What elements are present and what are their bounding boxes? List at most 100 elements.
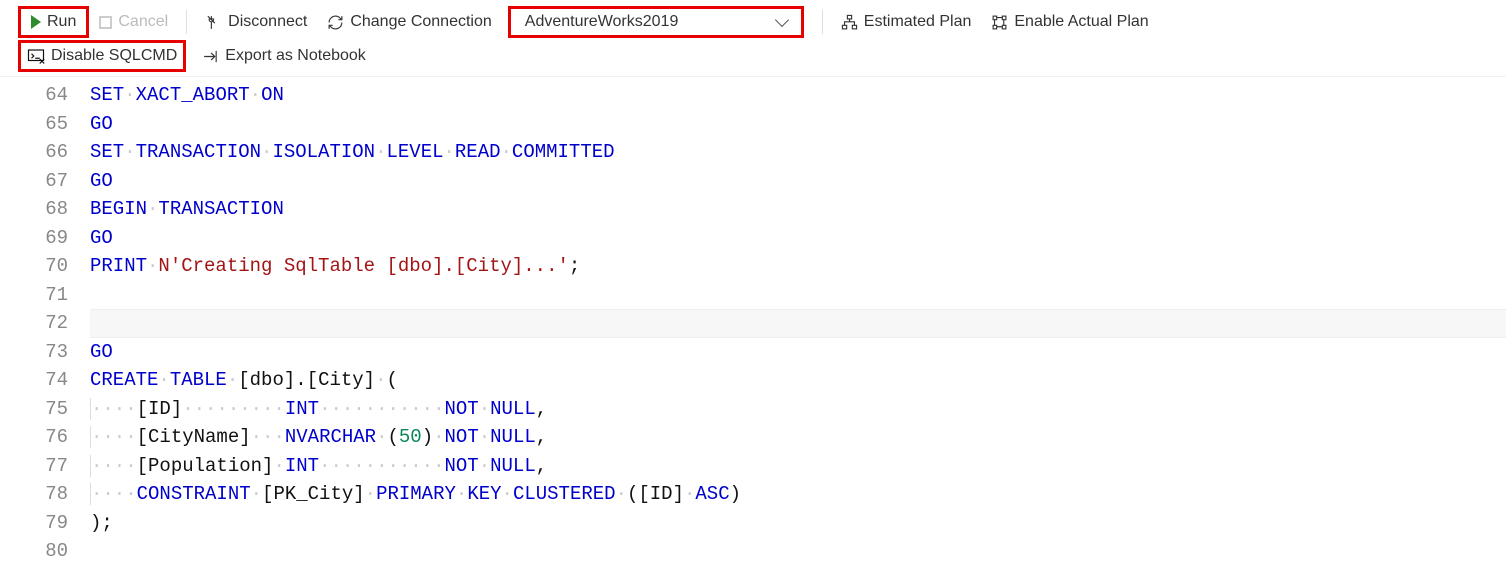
line-number: 80 <box>0 537 68 566</box>
refresh-icon <box>327 14 344 31</box>
code-line[interactable]: CREATE·TABLE·[dbo].[City]·( <box>90 366 1506 395</box>
db-highlight: AdventureWorks2019 <box>508 6 804 38</box>
token-keyword: BEGIN <box>90 198 147 220</box>
code-line[interactable]: PRINT·N'Creating SqlTable [dbo].[City]..… <box>90 252 1506 281</box>
token-string: N'Creating SqlTable [dbo].[City]...' <box>158 255 568 277</box>
code-line[interactable]: GO <box>90 167 1506 196</box>
token-keyword: TABLE <box>170 369 227 391</box>
token-punct: , <box>536 426 547 448</box>
disable-sqlcmd-button[interactable]: Disable SQLCMD <box>21 43 183 69</box>
code-line[interactable]: GO <box>90 224 1506 253</box>
export-icon <box>202 48 219 65</box>
token-keyword: KEY <box>467 483 501 505</box>
token-whitespace-dots: ··· <box>251 426 285 448</box>
token-keyword: NOT <box>445 426 479 448</box>
token-punct: ) <box>730 483 741 505</box>
token-keyword: INT <box>285 398 319 420</box>
code-line[interactable]: GO <box>90 338 1506 367</box>
token-identifier: [City] <box>307 369 375 391</box>
change-connection-button[interactable]: Change Connection <box>317 9 501 35</box>
line-number: 69 <box>0 224 68 253</box>
token-keyword: PRINT <box>90 255 147 277</box>
chevron-down-icon <box>775 12 789 26</box>
code-line[interactable] <box>90 281 1506 310</box>
code-line[interactable]: ····[ID]·········INT···········NOT·NULL, <box>90 395 1506 424</box>
actual-plan-button[interactable]: Enable Actual Plan <box>981 9 1158 35</box>
code-line[interactable]: ····[CityName]···NVARCHAR·(50)·NOT·NULL, <box>90 423 1506 452</box>
run-button[interactable]: Run <box>21 9 86 35</box>
token-whitespace: · <box>444 141 455 163</box>
token-whitespace: · <box>158 369 169 391</box>
code-editor[interactable]: 6465666768697071727374757677787980 SET·X… <box>0 77 1506 566</box>
token-whitespace: · <box>124 84 135 106</box>
toolbar: Run Cancel Disconnect Change Connection … <box>0 0 1506 77</box>
code-line[interactable] <box>90 309 1506 338</box>
export-notebook-button[interactable]: Export as Notebook <box>192 43 376 69</box>
token-keyword: NULL <box>490 398 536 420</box>
disconnect-label: Disconnect <box>228 13 307 31</box>
token-keyword: ISOLATION <box>272 141 375 163</box>
line-number: 77 <box>0 452 68 481</box>
token-keyword: GO <box>90 170 113 192</box>
plan-actual-icon <box>991 14 1008 31</box>
run-label: Run <box>47 13 76 31</box>
token-punct: ); <box>90 512 113 534</box>
token-whitespace-dots: ···· <box>90 426 137 448</box>
sqlcmd-highlight: Disable SQLCMD <box>18 40 186 72</box>
code-line[interactable]: ); <box>90 509 1506 538</box>
token-keyword: LEVEL <box>386 141 443 163</box>
token-whitespace: · <box>251 483 262 505</box>
token-identifier: [CityName] <box>137 426 251 448</box>
separator <box>822 10 823 34</box>
token-whitespace-dots: ···· <box>90 398 137 420</box>
code-line[interactable]: SET·TRANSACTION·ISOLATION·LEVEL·READ·COM… <box>90 138 1506 167</box>
disable-sqlcmd-label: Disable SQLCMD <box>51 47 177 65</box>
token-keyword: TRANSACTION <box>136 141 261 163</box>
line-number-gutter: 6465666768697071727374757677787980 <box>0 81 90 566</box>
line-number: 79 <box>0 509 68 538</box>
code-line[interactable]: BEGIN·TRANSACTION <box>90 195 1506 224</box>
line-number: 68 <box>0 195 68 224</box>
token-keyword: NVARCHAR <box>285 426 376 448</box>
line-number: 73 <box>0 338 68 367</box>
token-whitespace: · <box>479 398 490 420</box>
token-whitespace: · <box>502 483 513 505</box>
token-identifier: [ID] <box>638 483 684 505</box>
code-line[interactable] <box>90 537 1506 566</box>
sqlcmd-icon <box>27 47 45 65</box>
code-area[interactable]: SET·XACT_ABORT·ONGOSET·TRANSACTION·ISOLA… <box>90 81 1506 566</box>
export-notebook-label: Export as Notebook <box>225 47 366 65</box>
estimated-plan-label: Estimated Plan <box>864 13 972 31</box>
database-selected: AdventureWorks2019 <box>525 13 679 31</box>
token-punct: , <box>536 398 547 420</box>
database-dropdown[interactable]: AdventureWorks2019 <box>511 9 801 35</box>
code-line[interactable]: ····CONSTRAINT·[PK_City]·PRIMARY·KEY·CLU… <box>90 480 1506 509</box>
token-keyword: GO <box>90 341 113 363</box>
token-keyword: ASC <box>695 483 729 505</box>
estimated-plan-button[interactable]: Estimated Plan <box>831 9 982 35</box>
token-punct: . <box>295 369 306 391</box>
token-keyword: NOT <box>444 455 478 477</box>
code-line[interactable]: GO <box>90 110 1506 139</box>
token-whitespace: · <box>501 141 512 163</box>
token-whitespace: · <box>147 198 158 220</box>
token-keyword: COMMITTED <box>512 141 615 163</box>
line-number: 71 <box>0 281 68 310</box>
disconnect-button[interactable]: Disconnect <box>195 9 317 35</box>
token-identifier: [ID] <box>137 398 183 420</box>
play-icon <box>31 15 41 29</box>
token-keyword: INT <box>285 455 319 477</box>
line-number: 70 <box>0 252 68 281</box>
token-whitespace-dots: ········· <box>182 398 285 420</box>
token-keyword: GO <box>90 227 113 249</box>
token-whitespace-dots: ··········· <box>319 398 444 420</box>
token-whitespace: · <box>250 84 261 106</box>
plan-tree-icon <box>841 14 858 31</box>
token-whitespace-dots: ···· <box>90 455 137 477</box>
line-number: 72 <box>0 309 68 338</box>
code-line[interactable]: SET·XACT_ABORT·ON <box>90 81 1506 110</box>
token-whitespace-dots: ···· <box>90 483 137 505</box>
stop-icon <box>99 16 112 29</box>
code-line[interactable]: ····[Population]·INT···········NOT·NULL, <box>90 452 1506 481</box>
change-connection-label: Change Connection <box>350 13 491 31</box>
